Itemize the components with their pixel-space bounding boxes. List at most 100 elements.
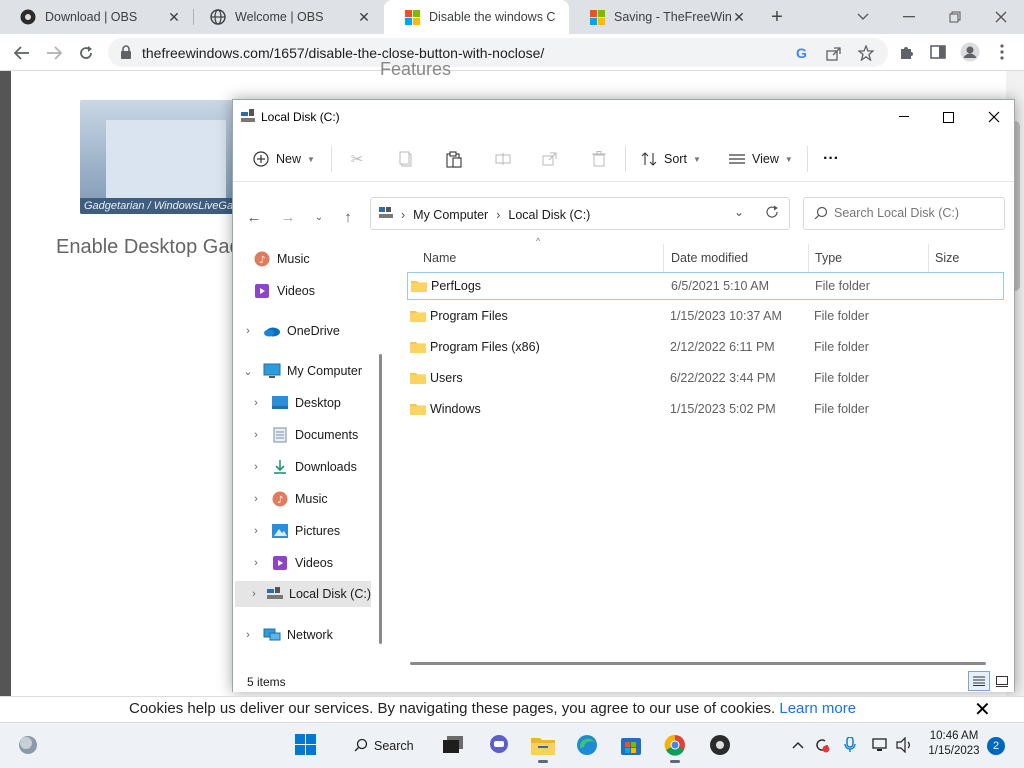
share-icon[interactable] bbox=[824, 43, 844, 63]
learn-more-link[interactable]: Learn more bbox=[779, 700, 856, 717]
column-header-size[interactable]: Size bbox=[935, 244, 959, 272]
chevron-right-icon[interactable]: › bbox=[249, 557, 263, 569]
file-row-users[interactable]: Users 6/22/2022 3:44 PM File folder bbox=[407, 365, 1004, 393]
forward-arrow-icon[interactable] bbox=[40, 39, 68, 67]
large-icons-view-icon[interactable] bbox=[991, 671, 1013, 691]
tab-download-obs[interactable]: Download | OBS ✕ bbox=[0, 0, 192, 34]
nav-item-pictures[interactable]: › Pictures bbox=[249, 518, 340, 544]
nav-item-my-computer[interactable]: ⌄ My Computer bbox=[241, 358, 362, 384]
article-title[interactable]: Enable Desktop Gadgets on Windows 10 or bbox=[56, 232, 246, 263]
explorer-search-box[interactable] bbox=[803, 197, 1005, 230]
nav-item-local-disk[interactable]: › Local Disk (C:) bbox=[235, 581, 371, 607]
volume-icon[interactable] bbox=[896, 735, 914, 755]
obs-studio-icon[interactable] bbox=[704, 729, 736, 761]
explorer-address-bar[interactable]: › My Computer › Local Disk (C:) ⌄ bbox=[370, 197, 790, 230]
recent-locations-chevron-icon[interactable]: ⌄ bbox=[308, 206, 330, 228]
close-tab-icon[interactable]: ✕ bbox=[731, 9, 747, 25]
close-tab-icon[interactable]: ✕ bbox=[166, 9, 182, 25]
tab-disable-windows[interactable]: Disable the windows C bbox=[384, 0, 569, 34]
forward-arrow-icon[interactable]: → bbox=[277, 206, 299, 228]
column-header-date-modified[interactable]: Date modified bbox=[671, 244, 748, 272]
teams-chat-icon[interactable] bbox=[483, 729, 515, 761]
refresh-icon[interactable] bbox=[765, 205, 779, 222]
nav-item-videos-quick[interactable]: Videos bbox=[253, 278, 315, 304]
cookie-close-icon[interactable]: ✕ bbox=[974, 697, 991, 722]
sort-button[interactable]: Sort ▼ bbox=[641, 148, 701, 170]
url-text[interactable]: thefreewindows.com/1657/disable-the-clos… bbox=[142, 45, 544, 61]
explorer-close-icon[interactable] bbox=[971, 100, 1017, 134]
sync-icon[interactable] bbox=[813, 735, 831, 755]
explorer-maximize-icon[interactable] bbox=[925, 100, 971, 134]
lock-icon[interactable] bbox=[120, 45, 132, 62]
chevron-right-icon[interactable]: › bbox=[249, 429, 263, 441]
close-tab-icon[interactable]: ✕ bbox=[356, 9, 372, 25]
chevron-right-icon[interactable]: › bbox=[249, 493, 263, 505]
breadcrumb-my-computer[interactable]: My Computer bbox=[413, 208, 488, 222]
close-window-icon[interactable] bbox=[978, 0, 1024, 34]
notification-badge[interactable]: 2 bbox=[987, 737, 1005, 755]
chevron-down-icon[interactable]: ⌄ bbox=[241, 365, 255, 378]
minimize-icon[interactable] bbox=[886, 0, 932, 34]
task-view-icon[interactable] bbox=[437, 729, 469, 761]
tab-saving-thefreewindows[interactable]: Saving - TheFreeWind ✕ bbox=[569, 0, 757, 34]
tab-welcome-obs[interactable]: Welcome | OBS ✕ bbox=[190, 0, 382, 34]
chevron-right-icon[interactable]: › bbox=[249, 397, 263, 409]
microsoft-store-icon[interactable] bbox=[615, 729, 647, 761]
details-view-icon[interactable] bbox=[968, 671, 990, 691]
back-arrow-icon[interactable] bbox=[8, 39, 36, 67]
chevron-right-icon[interactable]: › bbox=[241, 629, 255, 641]
weather-widget-icon[interactable] bbox=[12, 729, 44, 761]
nav-item-videos[interactable]: › Videos bbox=[249, 550, 333, 576]
breadcrumb-local-disk[interactable]: Local Disk (C:) bbox=[508, 208, 590, 222]
file-row-windows[interactable]: Windows 1/15/2023 5:02 PM File folder bbox=[407, 396, 1004, 424]
back-arrow-icon[interactable]: ← bbox=[243, 206, 265, 228]
share-icon[interactable] bbox=[540, 149, 560, 169]
nav-item-documents[interactable]: › Documents bbox=[249, 422, 358, 448]
explorer-minimize-icon[interactable] bbox=[881, 100, 927, 134]
side-panel-icon[interactable] bbox=[928, 42, 948, 62]
network-status-icon[interactable] bbox=[872, 735, 890, 755]
google-icon[interactable]: G bbox=[792, 43, 812, 63]
file-row-perflogs[interactable]: PerfLogs 6/5/2021 5:10 AM File folder bbox=[407, 272, 1004, 300]
microphone-icon[interactable] bbox=[841, 735, 859, 755]
nav-item-onedrive[interactable]: › OneDrive bbox=[241, 318, 340, 344]
chevron-right-icon[interactable]: › bbox=[249, 588, 259, 600]
start-windows-icon[interactable] bbox=[290, 729, 322, 761]
view-button[interactable]: View ▼ bbox=[729, 148, 793, 170]
nav-item-music-quick[interactable]: ♪ Music bbox=[253, 246, 310, 272]
chevron-right-icon[interactable]: › bbox=[241, 325, 255, 337]
more-options-button[interactable]: ··· bbox=[823, 148, 839, 170]
new-button[interactable]: New ▼ bbox=[253, 148, 315, 170]
taskbar-clock[interactable]: 10:46 AM 1/15/2023 bbox=[922, 729, 986, 759]
chevron-right-icon[interactable]: › bbox=[249, 461, 263, 473]
profile-avatar-icon[interactable] bbox=[960, 42, 980, 62]
up-arrow-icon[interactable]: ↑ bbox=[337, 206, 359, 228]
explorer-title-bar[interactable]: Local Disk (C:) bbox=[233, 100, 1014, 136]
reload-icon[interactable] bbox=[72, 39, 100, 67]
file-row-program-files-x86[interactable]: Program Files (x86) 2/12/2022 6:11 PM Fi… bbox=[407, 334, 1004, 362]
address-history-chevron-icon[interactable]: ⌄ bbox=[734, 205, 744, 219]
copy-icon[interactable] bbox=[396, 149, 416, 169]
cut-icon[interactable]: ✂ bbox=[347, 149, 367, 169]
new-tab-button[interactable]: + bbox=[754, 0, 800, 34]
paste-icon[interactable] bbox=[444, 149, 464, 169]
chevron-right-icon[interactable]: › bbox=[249, 525, 263, 537]
navigation-scrollbar[interactable] bbox=[379, 354, 382, 644]
browser-menu-icon[interactable] bbox=[992, 42, 1012, 62]
edge-browser-icon[interactable] bbox=[571, 729, 603, 761]
rename-icon[interactable] bbox=[493, 149, 513, 169]
column-header-type[interactable]: Type bbox=[815, 244, 842, 272]
chrome-icon[interactable] bbox=[659, 729, 691, 763]
file-explorer-taskbar-icon[interactable] bbox=[527, 729, 559, 763]
bookmark-star-icon[interactable] bbox=[856, 43, 876, 63]
nav-item-downloads[interactable]: › Downloads bbox=[249, 454, 357, 480]
nav-item-desktop[interactable]: › Desktop bbox=[249, 390, 341, 416]
nav-item-network[interactable]: › Network bbox=[241, 622, 333, 648]
nav-item-music[interactable]: › ♪ Music bbox=[249, 486, 328, 512]
tab-search-chevron-icon[interactable] bbox=[840, 0, 886, 34]
restore-icon[interactable] bbox=[932, 0, 978, 34]
address-bar[interactable]: thefreewindows.com/1657/disable-the-clos… bbox=[108, 38, 888, 67]
delete-icon[interactable] bbox=[589, 149, 609, 169]
horizontal-scrollbar[interactable] bbox=[410, 662, 986, 665]
column-header-name[interactable]: Name bbox=[423, 244, 456, 272]
